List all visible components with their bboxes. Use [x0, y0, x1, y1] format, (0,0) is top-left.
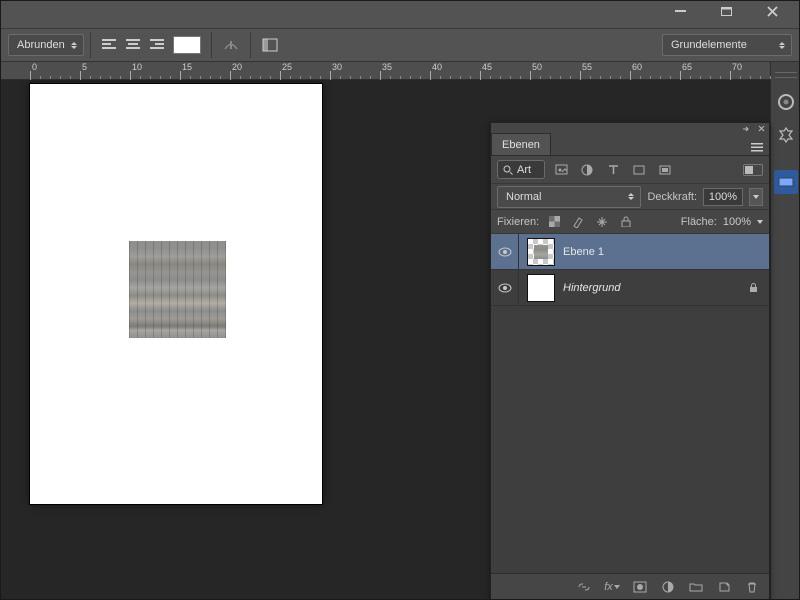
layer-filter-row: Art [491, 156, 769, 184]
swatches-panel-icon[interactable] [774, 122, 798, 146]
panel-menu-icon[interactable] [751, 143, 765, 155]
layer-mask-icon[interactable] [629, 577, 651, 597]
fill-flyout-icon[interactable] [757, 220, 763, 224]
color-panel-icon[interactable] [774, 90, 798, 114]
separator [211, 32, 212, 58]
minimize-button[interactable] [666, 2, 694, 20]
panel-tabbar: Ebenen [491, 134, 769, 156]
opacity-flyout-icon[interactable] [749, 188, 763, 206]
filter-kind-dropdown[interactable]: Art [497, 160, 545, 179]
link-layers-icon[interactable] [573, 577, 595, 597]
separator [250, 32, 251, 58]
visibility-toggle[interactable] [491, 270, 519, 306]
layer-name[interactable]: Ebene 1 [563, 246, 745, 258]
dropdown-arrows-icon [71, 42, 77, 49]
cap-style-value: Abrunden [17, 39, 65, 51]
search-icon [503, 165, 513, 175]
lock-all-icon[interactable] [617, 213, 635, 231]
warp-text-button[interactable] [218, 33, 244, 57]
layers-panel-icon[interactable] [774, 170, 798, 194]
dropdown-arrows-icon [779, 42, 785, 49]
dock-grip[interactable] [775, 72, 797, 78]
horizontal-ruler[interactable]: 0510152025303540455055606570 [0, 62, 770, 80]
fill-label: Fläche: [681, 216, 717, 228]
lock-icon [745, 283, 761, 293]
layers-panel: Ebenen Art Normal Deckkraft: 100% Fixier… [490, 122, 770, 600]
filter-toggle[interactable] [743, 164, 763, 176]
lock-transparency-icon[interactable] [545, 213, 563, 231]
separator [90, 32, 91, 58]
adjustment-layer-icon[interactable] [657, 577, 679, 597]
fill-value[interactable]: 100% [723, 216, 751, 228]
canvas[interactable] [30, 84, 322, 504]
dropdown-arrows-icon [628, 193, 634, 200]
lock-fill-row: Fixieren: Fläche: 100% [491, 210, 769, 234]
opacity-value[interactable]: 100% [703, 188, 743, 206]
workspace-dropdown[interactable]: Grundelemente [662, 34, 792, 56]
blend-opacity-row: Normal Deckkraft: 100% [491, 184, 769, 210]
blend-mode-dropdown[interactable]: Normal [497, 186, 641, 208]
layer-thumbnail[interactable] [527, 238, 555, 266]
new-layer-icon[interactable] [713, 577, 735, 597]
lock-position-icon[interactable] [593, 213, 611, 231]
blend-mode-value: Normal [506, 191, 541, 203]
filter-type-icon[interactable] [603, 161, 623, 179]
panel-footer: fx [491, 573, 769, 599]
collapse-panel-icon[interactable] [743, 125, 751, 133]
panels-button[interactable] [257, 33, 283, 57]
layer-name[interactable]: Hintergrund [563, 282, 745, 294]
filter-smart-icon[interactable] [655, 161, 675, 179]
align-right-button[interactable] [145, 34, 169, 56]
filter-kind-value: Art [517, 164, 531, 176]
layer-row[interactable]: Hintergrund [491, 270, 769, 306]
layer-row[interactable]: Ebene 1 [491, 234, 769, 270]
opacity-label: Deckkraft: [647, 191, 697, 203]
layer-group-icon[interactable] [685, 577, 707, 597]
workspace-value: Grundelemente [671, 39, 747, 51]
delete-layer-icon[interactable] [741, 577, 763, 597]
layer-list[interactable]: Ebene 1 Hintergrund [491, 234, 769, 573]
texture-layer-content[interactable] [129, 241, 226, 338]
filter-shape-icon[interactable] [629, 161, 649, 179]
layer-fx-icon[interactable]: fx [601, 577, 623, 597]
cap-style-dropdown[interactable]: Abrunden [8, 34, 84, 56]
lock-label: Fixieren: [497, 216, 539, 228]
visibility-toggle[interactable] [491, 234, 519, 270]
options-bar: Abrunden Grundelemente [0, 28, 800, 62]
right-dock [770, 62, 800, 600]
layer-thumbnail[interactable] [527, 274, 555, 302]
color-swatch[interactable] [173, 36, 201, 54]
align-center-button[interactable] [121, 34, 145, 56]
maximize-button[interactable] [712, 2, 740, 20]
panel-menu-area [551, 143, 769, 155]
close-button[interactable] [758, 2, 786, 20]
window-controls [0, 0, 800, 22]
filter-pixel-icon[interactable] [551, 161, 571, 179]
tab-layers[interactable]: Ebenen [491, 133, 551, 155]
align-left-button[interactable] [97, 34, 121, 56]
close-panel-icon[interactable] [757, 125, 765, 133]
filter-adjustment-icon[interactable] [577, 161, 597, 179]
lock-pixels-icon[interactable] [569, 213, 587, 231]
